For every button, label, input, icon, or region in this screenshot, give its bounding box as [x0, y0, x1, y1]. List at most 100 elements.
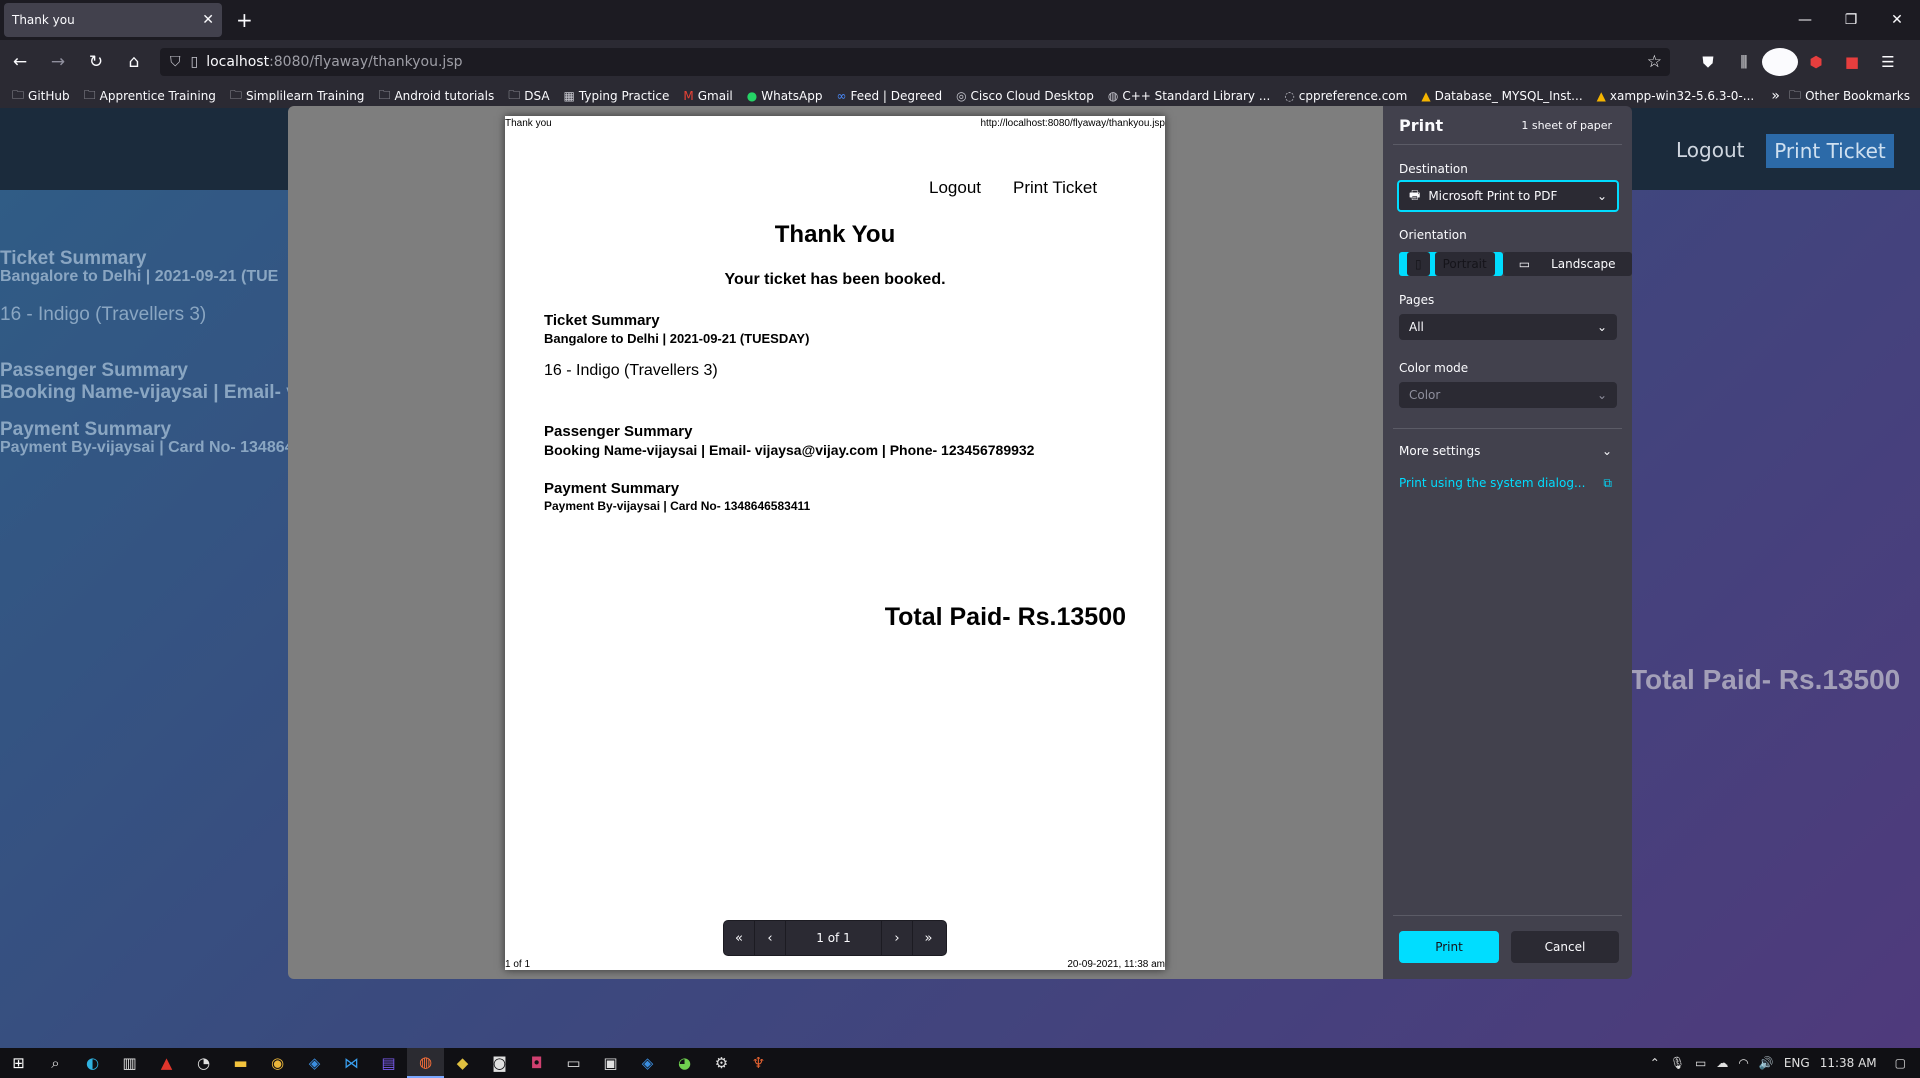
- bookmark-item[interactable]: ◌ cppreference.com: [1284, 89, 1407, 103]
- sheet-header-title: Thank you: [505, 118, 552, 129]
- library-icon[interactable]: ⫼: [1726, 48, 1762, 76]
- app-icon[interactable]: ◘: [518, 1048, 555, 1078]
- bookmark-item[interactable]: 🗀 Simplilearn Training: [230, 86, 365, 107]
- home-icon[interactable]: ⌂: [116, 46, 152, 78]
- preview-passenger-summary: Passenger Summary: [544, 423, 693, 440]
- next-page-icon[interactable]: ›: [882, 921, 913, 955]
- color-mode-label: Color mode: [1399, 361, 1469, 375]
- app-icon[interactable]: ◆: [444, 1048, 481, 1078]
- app-icon[interactable]: ▭: [555, 1048, 592, 1078]
- new-tab-icon[interactable]: +: [236, 8, 253, 32]
- language-indicator[interactable]: ENG: [1784, 1056, 1810, 1070]
- app-icon[interactable]: ▤: [370, 1048, 407, 1078]
- booking-text: Booking Name-vijaysai | Email- v: [0, 382, 297, 403]
- tab-thank-you[interactable]: Thank you ✕: [4, 3, 222, 37]
- bookmark-item[interactable]: 🗀 DSA: [508, 86, 549, 107]
- file-explorer-icon[interactable]: ▬: [222, 1048, 259, 1078]
- keyboard-icon: ▦: [563, 89, 575, 103]
- close-window-icon[interactable]: ✕: [1874, 0, 1920, 40]
- bookmark-item[interactable]: ▦ Typing Practice: [564, 89, 670, 103]
- volume-icon[interactable]: 🔊: [1759, 1056, 1774, 1070]
- more-bookmarks-icon[interactable]: »: [1771, 84, 1780, 108]
- bookmark-item[interactable]: ▲ Database_ MYSQL_Inst...: [1421, 89, 1582, 103]
- bookmark-item[interactable]: M Gmail: [683, 89, 732, 103]
- pages-label: Pages: [1399, 293, 1435, 307]
- color-mode-select[interactable]: Color ⌄: [1399, 382, 1617, 408]
- bookmark-item[interactable]: 🗀 GitHub: [12, 86, 70, 107]
- app-icon[interactable]: ◈: [296, 1048, 333, 1078]
- menu-icon[interactable]: ☰: [1870, 48, 1906, 76]
- bookmark-item[interactable]: ◎ Cisco Cloud Desktop: [956, 89, 1094, 103]
- app-icon[interactable]: ♆: [740, 1048, 777, 1078]
- bookmark-item[interactable]: ◍ C++ Standard Library ...: [1108, 89, 1270, 103]
- bookmark-item[interactable]: 🗀 Android tutorials: [378, 86, 494, 107]
- microphone-icon[interactable]: 🎙: [1670, 1056, 1685, 1070]
- first-page-icon[interactable]: «: [724, 921, 755, 955]
- close-tab-icon[interactable]: ✕: [202, 12, 214, 28]
- reload-icon[interactable]: ↻: [78, 46, 114, 78]
- extension-icon[interactable]: ■: [1834, 48, 1870, 76]
- url-host: localhost: [206, 54, 270, 70]
- pocket-icon[interactable]: ⛊: [1690, 48, 1726, 76]
- divider: [1393, 915, 1622, 916]
- other-bookmarks[interactable]: 🗀 Other Bookmarks: [1789, 84, 1910, 108]
- app-icon[interactable]: ◕: [666, 1048, 703, 1078]
- app-icon[interactable]: ▥: [111, 1048, 148, 1078]
- battery-icon[interactable]: ▭: [1695, 1056, 1706, 1070]
- url-bar[interactable]: ⛉ ▯ localhost:8080/flyaway/thankyou.jsp …: [160, 48, 1670, 76]
- cloud-icon[interactable]: ☁: [1716, 1056, 1728, 1070]
- bookmark-item[interactable]: ▲ xampp-win32-5.6.3-0-...: [1597, 89, 1755, 103]
- print-ticket-button[interactable]: Print Ticket: [1766, 134, 1894, 168]
- chevron-up-icon[interactable]: ⌃: [1650, 1056, 1660, 1070]
- app-icon[interactable]: ◔: [185, 1048, 222, 1078]
- last-page-icon[interactable]: »: [913, 921, 944, 955]
- notifications-icon[interactable]: ▢: [1895, 1056, 1906, 1070]
- vscode-icon[interactable]: ⋈: [333, 1048, 370, 1078]
- app-icon[interactable]: ◙: [481, 1048, 518, 1078]
- firefox-icon[interactable]: ◍: [407, 1048, 444, 1078]
- account-icon[interactable]: V: [1762, 48, 1798, 76]
- preview-subheading: Your ticket has been booked.: [724, 271, 946, 288]
- page-icon: ▯: [190, 54, 199, 70]
- back-icon[interactable]: ←: [2, 46, 38, 78]
- settings-icon[interactable]: ⚙: [703, 1048, 740, 1078]
- wifi-icon[interactable]: ◠: [1738, 1056, 1748, 1070]
- pages-select[interactable]: All ⌄: [1399, 314, 1617, 340]
- clock[interactable]: 11:38 AM: [1820, 1056, 1877, 1070]
- tab-strip: Thank you ✕ + — ❐ ✕: [0, 0, 1920, 40]
- system-dialog-link[interactable]: Print using the system dialog... ⧉: [1399, 476, 1612, 491]
- ublock-icon[interactable]: ⬢: [1798, 48, 1834, 76]
- bookmark-item[interactable]: ∞ Feed | Degreed: [836, 89, 942, 103]
- print-settings-panel: Print 1 sheet of paper Destination 🖶 Mic…: [1383, 106, 1632, 979]
- windows-start-icon[interactable]: ⊞: [0, 1048, 37, 1078]
- more-settings-toggle[interactable]: More settings ⌄: [1399, 444, 1612, 458]
- edge-icon[interactable]: ◐: [74, 1048, 111, 1078]
- bookmark-item[interactable]: 🗀 Apprentice Training: [84, 86, 216, 107]
- cancel-button[interactable]: Cancel: [1511, 931, 1619, 963]
- folder-icon: 🗀: [1789, 87, 1802, 102]
- page-counter[interactable]: 1 of 1: [786, 921, 882, 955]
- bookmark-star-icon[interactable]: ☆: [1647, 52, 1662, 72]
- folder-icon: 🗀: [508, 87, 521, 102]
- terminal-icon[interactable]: ▣: [592, 1048, 629, 1078]
- ticket-summary-heading: Ticket Summary: [0, 248, 147, 269]
- restore-icon[interactable]: ❐: [1828, 0, 1874, 40]
- acrobat-icon[interactable]: ▲: [148, 1048, 185, 1078]
- search-icon[interactable]: ⌕: [37, 1048, 74, 1078]
- landscape-option[interactable]: ▭ Landscape: [1502, 252, 1632, 276]
- destination-select[interactable]: 🖶 Microsoft Print to PDF ⌄: [1397, 180, 1619, 212]
- chrome-icon[interactable]: ◉: [259, 1048, 296, 1078]
- gmail-icon: M: [683, 89, 694, 103]
- portrait-option[interactable]: ▯ Portrait: [1399, 252, 1503, 276]
- total-paid: Total Paid- Rs.13500: [1630, 664, 1901, 695]
- print-button[interactable]: Print: [1399, 931, 1499, 963]
- chevron-down-icon: ⌄: [1601, 444, 1612, 458]
- forward-icon[interactable]: →: [40, 46, 76, 78]
- minimize-icon[interactable]: —: [1782, 0, 1828, 40]
- app-icon[interactable]: ◈: [629, 1048, 666, 1078]
- prev-page-icon[interactable]: ‹: [755, 921, 786, 955]
- preview-payment: Payment By-vijaysai | Card No- 134864658…: [544, 499, 811, 513]
- shield-icon[interactable]: ⛉: [170, 54, 181, 70]
- bookmark-item[interactable]: ● WhatsApp: [747, 89, 823, 103]
- logout-link[interactable]: Logout: [1676, 138, 1744, 162]
